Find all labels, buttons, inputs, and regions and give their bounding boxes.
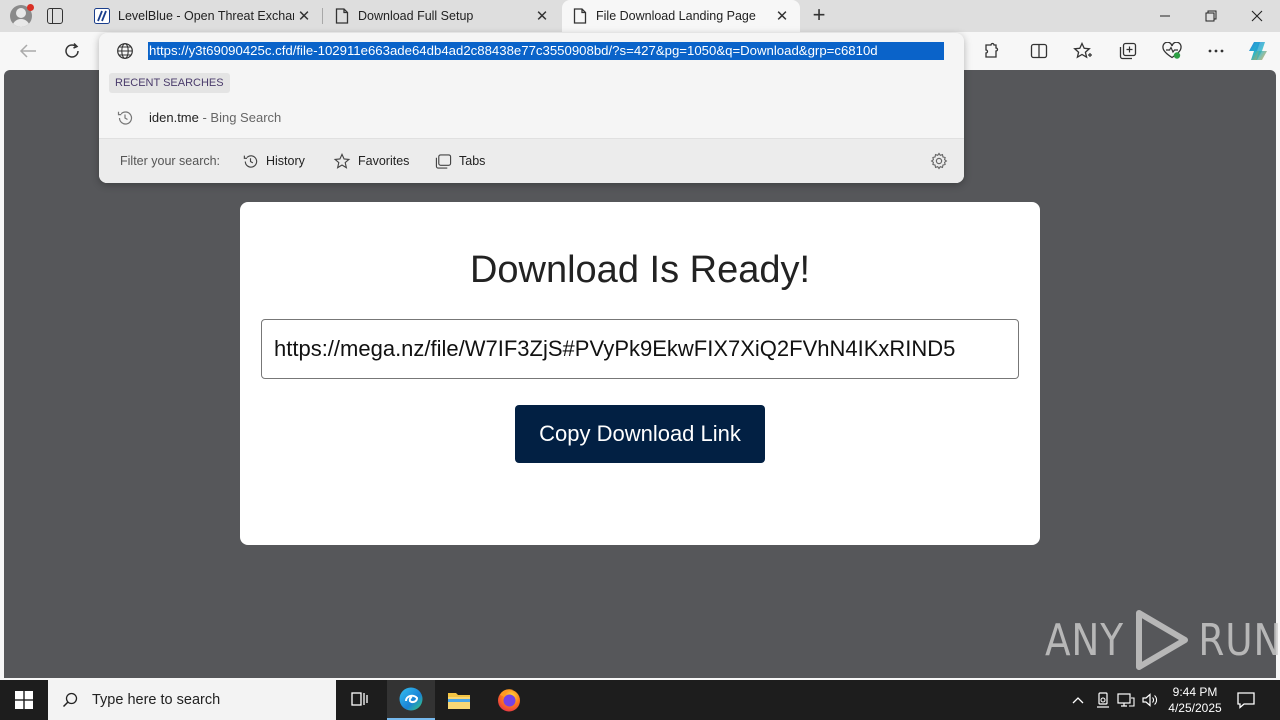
star-icon xyxy=(333,152,351,169)
recent-searches-label: RECENT SEARCHES xyxy=(109,73,230,93)
tray-device-icon[interactable] xyxy=(1093,690,1113,710)
clock-date: 4/25/2025 xyxy=(1168,701,1222,715)
address-bar[interactable]: https://y3t69090425c.cfd/file-102911e663… xyxy=(99,33,964,69)
anyrun-watermark: ANY RUN xyxy=(1038,608,1280,672)
filter-row: Filter your search: History Favorites Ta… xyxy=(99,139,964,183)
filter-tabs-button[interactable]: Tabs xyxy=(435,150,485,172)
suggestion-source: - Bing Search xyxy=(198,110,282,125)
split-screen-icon[interactable] xyxy=(1027,39,1051,63)
download-link-field[interactable]: https://mega.nz/file/W7IF3ZjS#PVyPk9EkwF… xyxy=(261,319,1019,379)
favorites-star-icon[interactable] xyxy=(1071,39,1095,63)
close-tab-icon[interactable]: ✕ xyxy=(772,6,792,26)
history-icon xyxy=(243,154,258,168)
tab-title: File Download Landing Page xyxy=(596,9,756,23)
close-tab-icon[interactable]: ✕ xyxy=(532,6,552,26)
tab-title: Download Full Setup xyxy=(358,9,474,23)
close-window-icon[interactable] xyxy=(1234,0,1280,32)
edge-taskbar-icon[interactable] xyxy=(387,680,435,720)
taskbar-search-box[interactable]: Type here to search xyxy=(48,680,336,720)
filter-history-button[interactable]: History xyxy=(242,150,305,172)
new-tab-icon[interactable]: + xyxy=(808,4,830,27)
page-title: Download Is Ready! xyxy=(469,249,811,291)
page-favicon-icon xyxy=(572,8,588,24)
filter-history-label: History xyxy=(266,154,305,168)
windows-start-icon[interactable] xyxy=(0,680,48,720)
tab-title: LevelBlue - Open Threat Exchang xyxy=(118,9,294,23)
copy-download-link-button[interactable]: Copy Download Link xyxy=(515,405,765,463)
tab-strip: LevelBlue - Open Threat Exchang ✕ Downlo… xyxy=(0,0,1280,32)
tab-separator xyxy=(322,8,323,24)
play-triangle-icon xyxy=(1135,610,1188,670)
gear-icon[interactable] xyxy=(930,152,948,170)
globe-icon xyxy=(117,43,133,59)
taskbar: Type here to search 9:44 PM 4/25/2025 xyxy=(0,680,1280,720)
refresh-icon[interactable] xyxy=(60,39,84,63)
url-input[interactable]: https://y3t69090425c.cfd/file-102911e663… xyxy=(148,42,944,60)
tab-actions-icon[interactable] xyxy=(46,7,64,25)
filter-favorites-label: Favorites xyxy=(358,154,410,168)
levelblue-favicon-icon xyxy=(94,8,110,24)
tab-download-full-setup[interactable]: Download Full Setup ✕ xyxy=(324,0,560,32)
collections-icon[interactable] xyxy=(1116,39,1140,63)
suggestion-query: iden.tme xyxy=(149,110,199,125)
browser-essentials-icon[interactable] xyxy=(1160,39,1184,63)
taskbar-clock[interactable]: 9:44 PM 4/25/2025 xyxy=(1160,684,1230,716)
clock-time: 9:44 PM xyxy=(1172,685,1218,699)
notification-center-icon[interactable] xyxy=(1236,690,1256,710)
minimize-icon[interactable] xyxy=(1142,0,1188,32)
tab-levelblue[interactable]: LevelBlue - Open Threat Exchang ✕ xyxy=(84,0,322,32)
tray-overflow-chevron-icon[interactable] xyxy=(1068,690,1088,710)
filter-label: Filter your search: xyxy=(120,154,221,168)
task-view-icon[interactable] xyxy=(336,680,384,720)
filter-tabs-label: Tabs xyxy=(459,154,486,168)
page-favicon-icon xyxy=(334,8,350,24)
more-options-icon[interactable] xyxy=(1204,39,1228,63)
firefox-icon[interactable] xyxy=(485,680,533,720)
history-clock-icon xyxy=(117,111,133,125)
volume-icon[interactable] xyxy=(1140,690,1160,710)
watermark-text-left: ANY xyxy=(1044,614,1124,666)
copilot-icon[interactable] xyxy=(1246,39,1270,63)
restore-icon[interactable] xyxy=(1188,0,1234,32)
close-tab-icon[interactable]: ✕ xyxy=(294,6,314,26)
tab-file-download-landing-page[interactable]: File Download Landing Page ✕ xyxy=(562,0,800,32)
search-suggestion-item[interactable]: iden.tme - Bing Search xyxy=(99,103,964,133)
filter-favorites-button[interactable]: Favorites xyxy=(333,150,409,172)
download-card: Download Is Ready! https://mega.nz/file/… xyxy=(240,202,1040,545)
search-icon xyxy=(62,692,78,708)
file-explorer-icon[interactable] xyxy=(435,680,483,720)
address-bar-dropdown: https://y3t69090425c.cfd/file-102911e663… xyxy=(99,33,964,183)
taskbar-search-placeholder: Type here to search xyxy=(92,692,221,708)
back-arrow-icon[interactable] xyxy=(16,39,40,63)
tabs-icon xyxy=(435,153,452,169)
watermark-text-right: RUN xyxy=(1198,614,1280,666)
network-icon[interactable] xyxy=(1116,690,1136,710)
profile-notification-dot xyxy=(27,4,34,11)
extensions-icon[interactable] xyxy=(979,39,1003,63)
